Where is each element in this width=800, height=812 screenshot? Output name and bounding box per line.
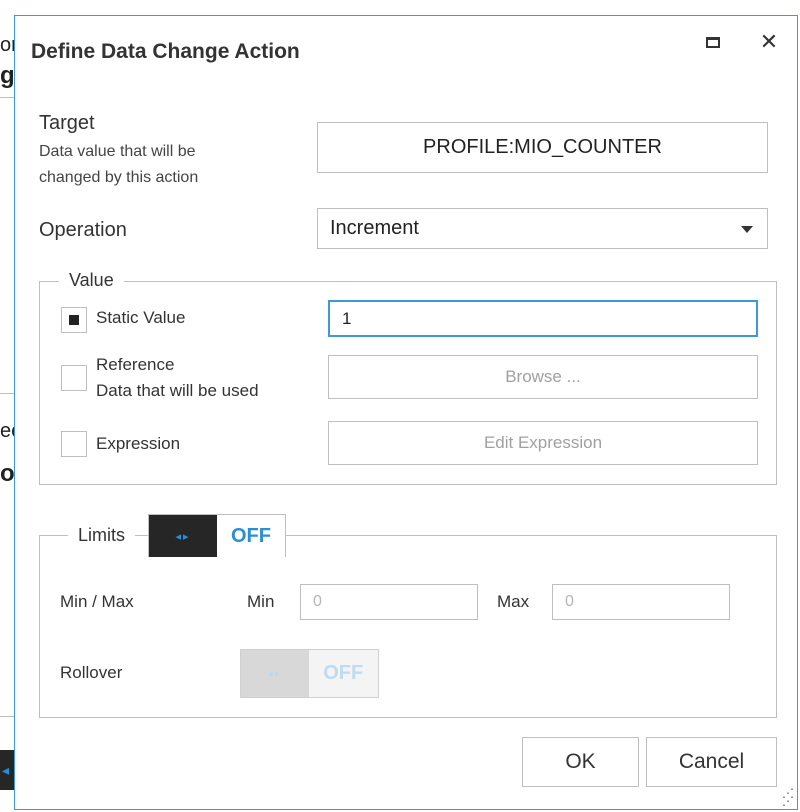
limits-group-legend: Limits [68, 525, 136, 546]
background-text: ee [0, 420, 14, 442]
checkbox-checked-icon [69, 315, 79, 325]
chevron-down-icon [741, 226, 753, 233]
limits-toggle-state: OFF [231, 524, 271, 547]
background-text: g [0, 62, 14, 89]
cancel-button[interactable]: Cancel [646, 737, 777, 787]
background-divider [0, 393, 14, 394]
target-description-line2: changed by this action [39, 169, 199, 186]
operation-selected: Increment [330, 217, 419, 239]
max-input[interactable]: 0 [552, 584, 730, 620]
background-app: or g ee oc ◂ [0, 0, 14, 812]
expression-checkbox[interactable] [61, 431, 87, 457]
operation-label: Operation [39, 219, 127, 241]
dialog-title: Define Data Change Action [31, 40, 300, 63]
close-button[interactable]: ✕ [753, 28, 785, 56]
maximize-button[interactable] [697, 28, 729, 56]
background-divider [0, 716, 14, 717]
background-text: or [0, 34, 14, 56]
resize-grip-icon[interactable]: ⋰ ⋰ [782, 787, 794, 807]
close-icon: ✕ [759, 29, 779, 54]
limits-toggle[interactable]: ◂▸ OFF [148, 514, 286, 557]
value-group-legend: Value [59, 270, 124, 291]
reference-label: Reference [96, 355, 175, 374]
target-field[interactable]: PROFILE:MIO_COUNTER [317, 122, 768, 173]
rollover-label: Rollover [60, 663, 123, 682]
min-max-label: Min / Max [60, 592, 134, 611]
maximize-icon [706, 36, 720, 48]
arrows-icon: ◂▸ [149, 515, 217, 557]
arrows-icon: ◂▸ [241, 650, 309, 697]
background-divider [0, 97, 14, 98]
target-label: Target [39, 112, 95, 134]
ok-button[interactable]: OK [522, 737, 639, 787]
define-data-change-action-dialog: Define Data Change Action ✕ Target Data … [14, 15, 798, 810]
min-input[interactable]: 0 [300, 584, 478, 620]
static-value-input[interactable]: 1 [328, 300, 758, 337]
limits-group [39, 535, 777, 718]
min-label: Min [247, 592, 275, 611]
arrows-icon: ◂ [2, 762, 10, 778]
expression-label: Expression [96, 434, 181, 453]
max-label: Max [497, 592, 530, 611]
background-text: oc [0, 460, 14, 487]
rollover-toggle-state: OFF [323, 662, 364, 684]
rollover-toggle[interactable]: ◂▸ OFF [240, 649, 379, 698]
background-toggle: ◂ [0, 750, 14, 790]
edit-expression-button[interactable]: Edit Expression [328, 421, 758, 465]
target-description-line1: Data value that will be [39, 143, 196, 160]
operation-dropdown[interactable]: Increment [317, 208, 768, 249]
static-value-label: Static Value [96, 308, 186, 327]
reference-sublabel: Data that will be used [96, 381, 259, 400]
browse-button[interactable]: Browse ... [328, 355, 758, 399]
static-value-checkbox[interactable] [61, 307, 87, 333]
reference-checkbox[interactable] [61, 365, 87, 391]
